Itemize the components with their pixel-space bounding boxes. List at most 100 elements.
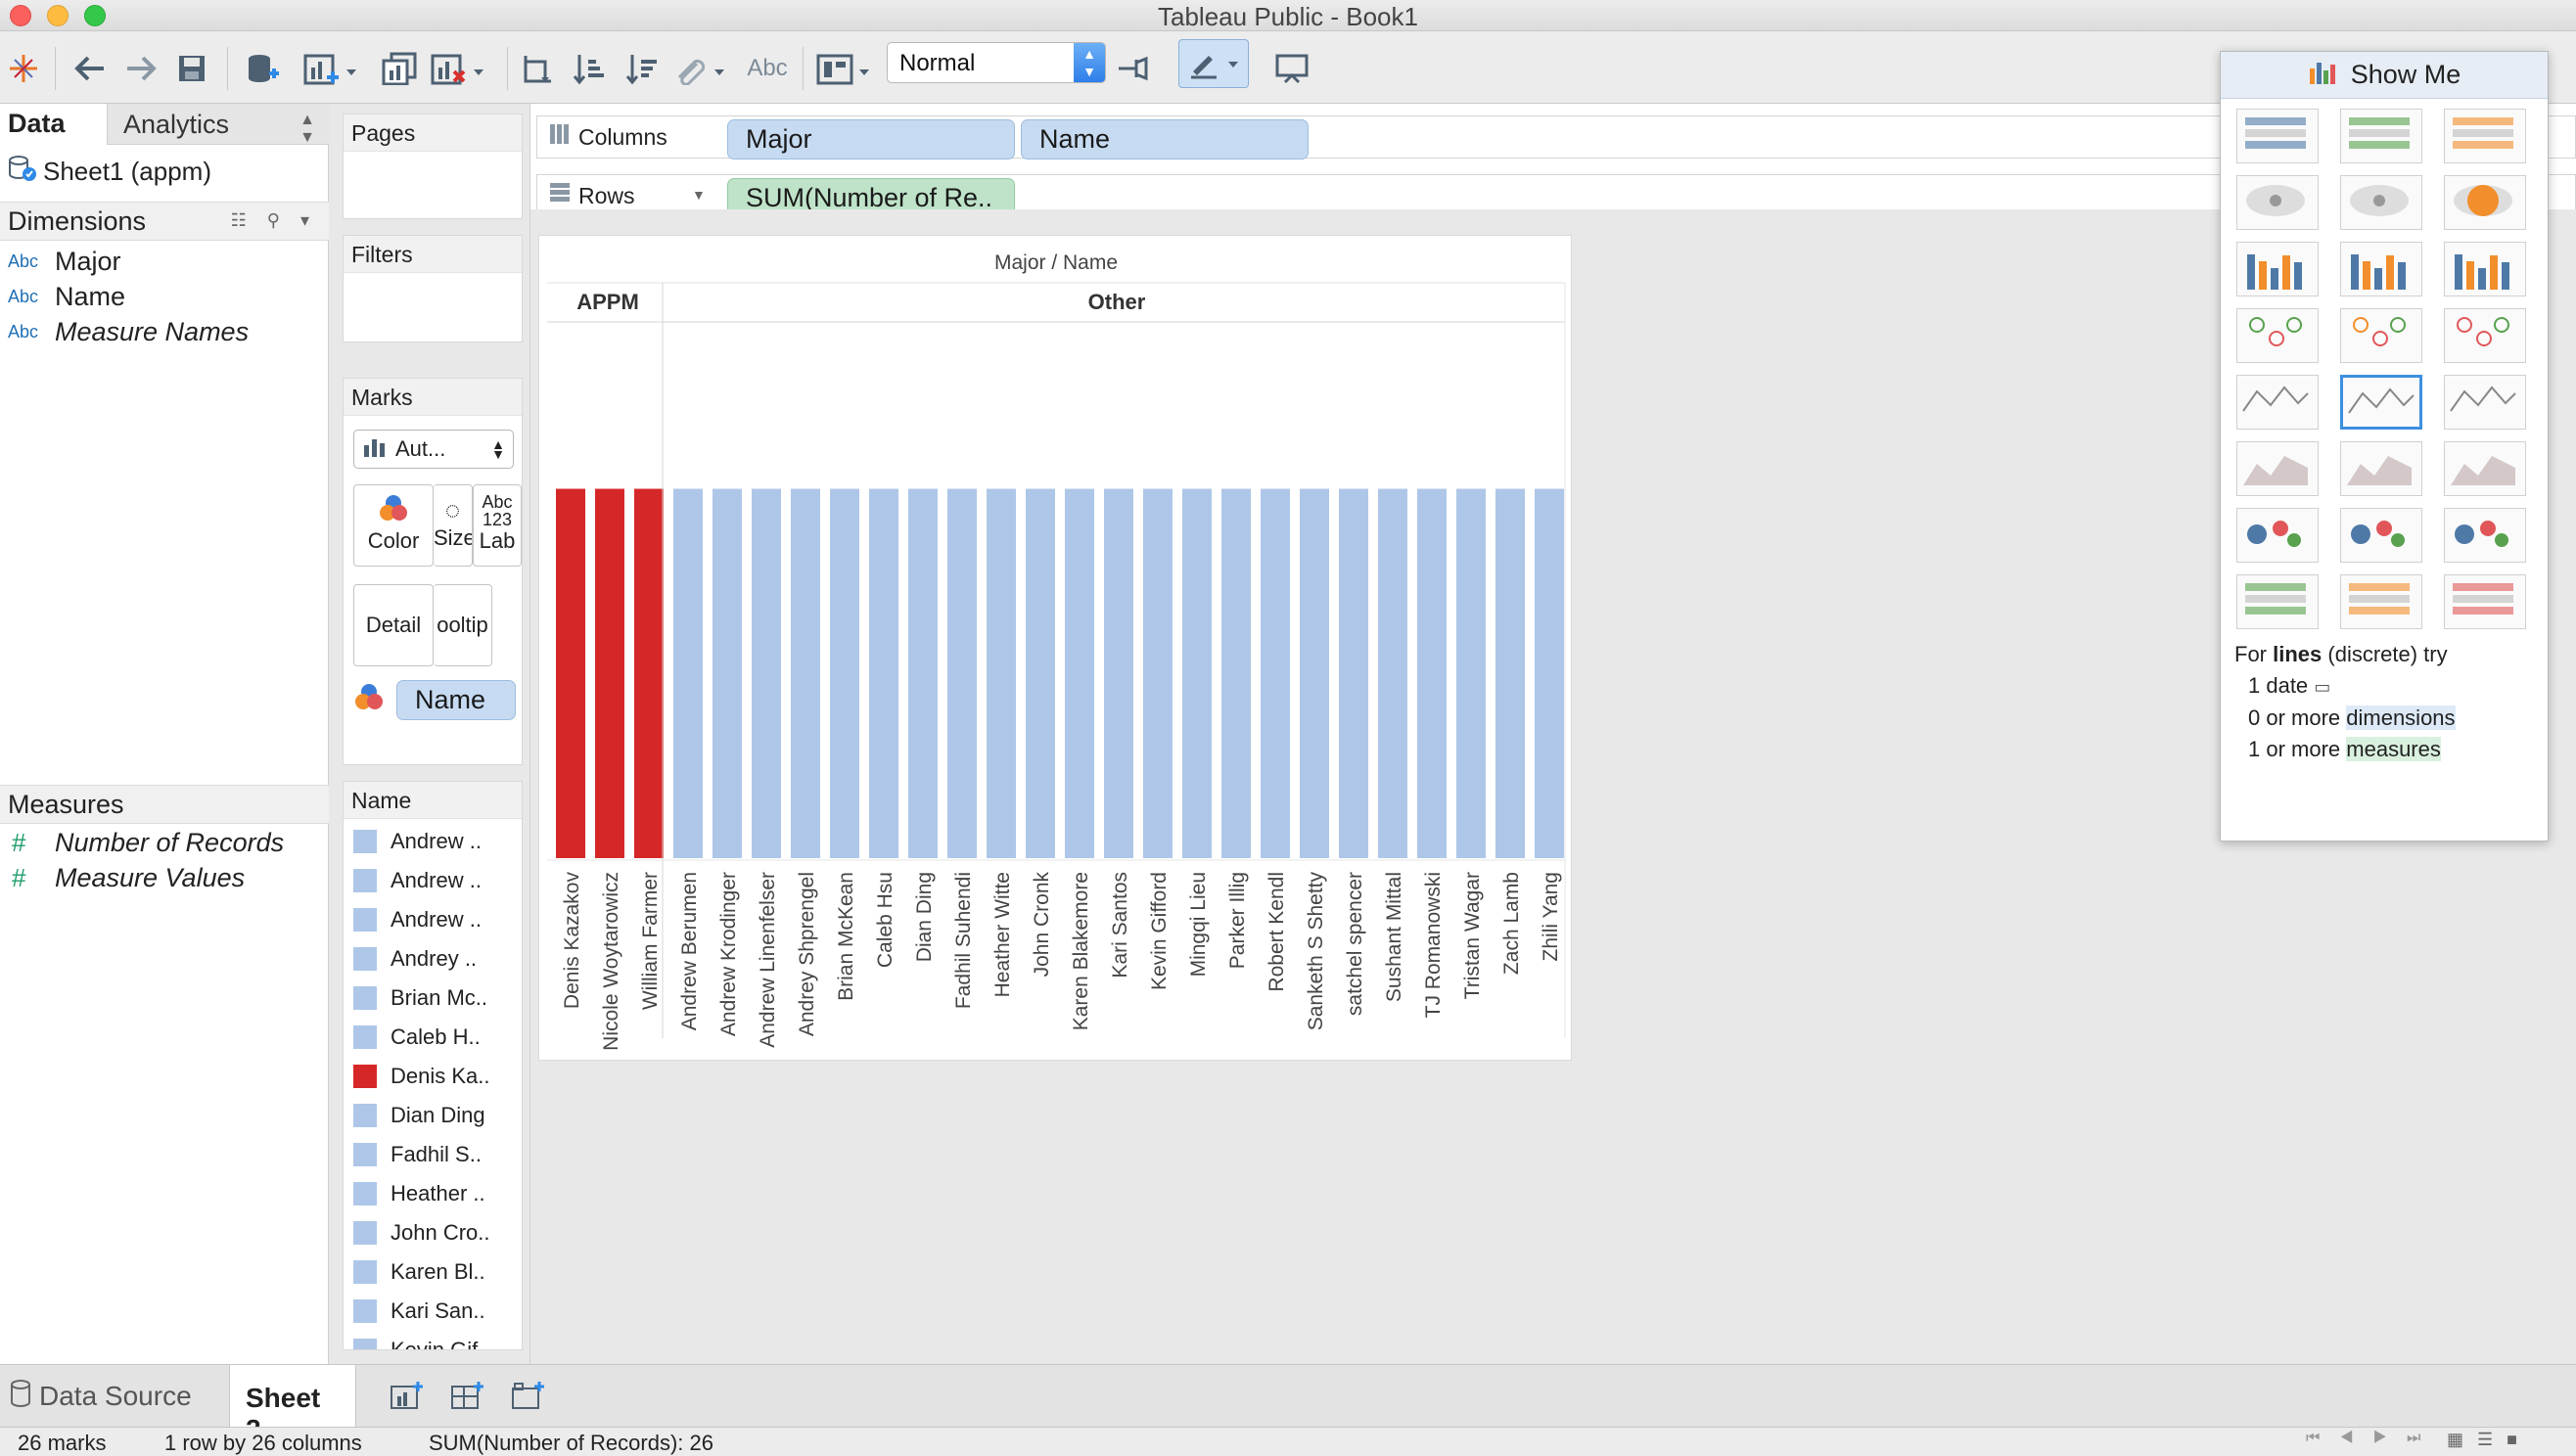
new-datasource-icon[interactable] [241, 49, 284, 88]
label-icon[interactable]: Abc [740, 49, 795, 88]
legend-item[interactable]: Denis Ka.. [353, 1064, 490, 1089]
bar[interactable] [1456, 488, 1486, 858]
sort-descending-icon[interactable] [622, 49, 662, 88]
packed-bubbles-icon[interactable] [2444, 574, 2526, 629]
legend-item[interactable]: Karen Bl.. [353, 1259, 485, 1285]
treemap-icon[interactable] [2236, 308, 2319, 363]
legend-item[interactable]: John Cro.. [353, 1220, 490, 1246]
bar[interactable] [556, 488, 585, 858]
sheet-nav-arrows-icon[interactable]: ⏮◀▶⏭ [2306, 1430, 2440, 1447]
bar[interactable] [947, 488, 977, 858]
view-mode-icons[interactable]: ▦☰■ [2447, 1430, 2531, 1450]
columns-pill-major[interactable]: Major [727, 119, 1015, 159]
side-by-side-circles-icon[interactable] [2444, 308, 2526, 363]
continuous-lines-icon[interactable] [2236, 375, 2319, 430]
text-table-icon[interactable] [2236, 109, 2319, 163]
tab-sheet-2[interactable]: Sheet 2 [229, 1365, 356, 1444]
bar[interactable] [752, 488, 781, 858]
clear-sheet-icon[interactable] [427, 49, 489, 88]
field-major[interactable]: Abc Major [8, 247, 121, 277]
legend-item[interactable]: Kari San.. [353, 1298, 485, 1324]
field-number-of-records[interactable]: # Number of Records [8, 828, 284, 858]
bar[interactable] [1104, 488, 1133, 858]
swap-icon[interactable] [519, 49, 558, 88]
histogram-icon[interactable] [2340, 508, 2422, 563]
bar[interactable] [673, 488, 703, 858]
field-name[interactable]: Abc Name [8, 282, 125, 312]
filled-map-icon[interactable] [2340, 175, 2422, 230]
sort-ascending-icon[interactable] [570, 49, 609, 88]
mark-type-select[interactable]: Aut... ▲ ▼ [353, 430, 514, 469]
legend-item[interactable]: Andrew .. [353, 829, 482, 854]
bar[interactable] [1261, 488, 1290, 858]
show-me-header[interactable]: Show Me [2221, 52, 2548, 99]
tableau-logo-icon[interactable] [4, 49, 43, 88]
dual-lines-icon[interactable] [2444, 375, 2526, 430]
bar[interactable] [908, 488, 938, 858]
updown-arrow-icon[interactable]: ▲ ▼ [299, 112, 315, 147]
bar[interactable] [713, 488, 742, 858]
color-button[interactable]: Color [353, 484, 434, 567]
pie-chart-icon[interactable] [2444, 175, 2526, 230]
tooltip-button[interactable]: ooltip [434, 584, 492, 666]
highlight-table-icon[interactable] [2444, 109, 2526, 163]
field-measure-values[interactable]: # Measure Values [8, 863, 245, 893]
stacked-bars-icon[interactable] [2340, 242, 2422, 296]
bar[interactable] [1300, 488, 1329, 858]
bar[interactable] [987, 488, 1016, 858]
redo-icon[interactable] [119, 49, 162, 88]
dimension-tools-icons[interactable]: ☷ ⚲ ▾ [231, 210, 317, 231]
new-dashboard-icon[interactable] [444, 1365, 489, 1428]
legend-item[interactable]: Dian Ding [353, 1103, 485, 1128]
discrete-lines-icon[interactable] [2340, 375, 2422, 430]
area-continuous-icon[interactable] [2236, 441, 2319, 496]
bar[interactable] [595, 488, 624, 858]
new-story-icon[interactable] [505, 1365, 550, 1428]
fit-select[interactable]: Normal ▲ ▼ [887, 42, 1106, 83]
duplicate-sheet-icon[interactable] [378, 49, 421, 88]
heat-map-icon[interactable] [2340, 109, 2422, 163]
legend-item[interactable]: Fadhil S.. [353, 1142, 482, 1167]
tab-data[interactable]: Data [0, 104, 108, 145]
show-cards-icon[interactable] [812, 49, 875, 88]
symbol-map-icon[interactable] [2236, 175, 2319, 230]
bar[interactable] [791, 488, 820, 858]
legend-item[interactable]: Andrew .. [353, 868, 482, 893]
size-button[interactable]: ◌ Size [434, 484, 473, 567]
presentation-icon[interactable] [1272, 49, 1311, 88]
bar[interactable] [1065, 488, 1094, 858]
legend-item[interactable]: Andrew .. [353, 907, 482, 933]
bar[interactable] [869, 488, 898, 858]
bar[interactable] [830, 488, 859, 858]
legend-item[interactable]: Kevin Gif.. [353, 1338, 489, 1349]
bar[interactable] [1417, 488, 1447, 858]
columns-pill-name[interactable]: Name [1021, 119, 1309, 159]
legend-item[interactable]: Brian Mc.. [353, 985, 487, 1011]
bar[interactable] [1143, 488, 1173, 858]
bullet-graph-icon[interactable] [2340, 574, 2422, 629]
color-name-pill[interactable]: Name [396, 680, 516, 720]
label-button[interactable]: Abc 123 Lab [473, 484, 522, 567]
bar[interactable] [1378, 488, 1407, 858]
legend-item[interactable]: Caleb H.. [353, 1024, 481, 1050]
highlight-button[interactable] [1178, 39, 1249, 88]
side-by-side-bars-icon[interactable] [2444, 242, 2526, 296]
datasource-item[interactable]: Sheet1 (appm) [8, 155, 211, 189]
new-sheet-icon[interactable] [299, 49, 362, 88]
scatter-plot-icon[interactable] [2236, 508, 2319, 563]
legend-item[interactable]: Andrey .. [353, 946, 477, 972]
group-icon[interactable] [669, 49, 732, 88]
circle-views-icon[interactable] [2340, 308, 2422, 363]
legend-item[interactable]: Heather .. [353, 1181, 485, 1206]
tab-analytics[interactable]: Analytics [123, 110, 229, 140]
bar[interactable] [634, 488, 664, 858]
bar[interactable] [1535, 488, 1564, 858]
tab-data-source[interactable]: Data Source [0, 1365, 221, 1428]
pin-icon[interactable] [1114, 49, 1153, 88]
new-worksheet-icon[interactable] [384, 1365, 429, 1428]
pages-card[interactable]: Pages [343, 114, 523, 219]
field-measure-names[interactable]: Abc Measure Names [8, 317, 249, 347]
filters-card[interactable]: Filters [343, 235, 523, 342]
area-discrete-icon[interactable] [2340, 441, 2422, 496]
undo-icon[interactable] [69, 49, 112, 88]
